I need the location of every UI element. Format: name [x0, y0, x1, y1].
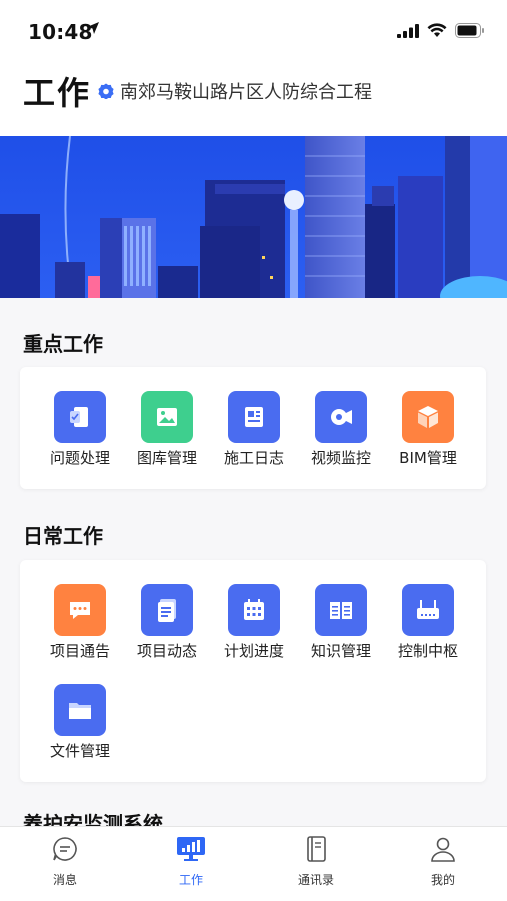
status-bar: 10:48 — [0, 0, 507, 60]
battery-icon — [455, 23, 484, 38]
grid-item-file-management[interactable]: 文件管理 — [37, 684, 123, 774]
grid-label: 项目通告 — [49, 642, 110, 660]
tab-label: 消息 — [52, 873, 77, 887]
tab-label: 我的 — [430, 873, 455, 887]
image-gallery-icon — [141, 391, 193, 443]
section-title-daily-work: 日常工作 — [23, 524, 103, 548]
grid-item-construction-log[interactable]: 施工日志 — [211, 391, 297, 481]
tab-work[interactable]: 工作 — [151, 835, 231, 888]
grid-item-knowledge-management[interactable]: 知识管理 — [298, 584, 384, 674]
grid-label: 图库管理 — [136, 449, 197, 467]
router-icon — [402, 584, 454, 636]
project-name: 南郊马鞍山路片区人防综合工程 — [120, 82, 372, 103]
grid-label: 项目动态 — [136, 642, 197, 660]
tab-contacts[interactable]: 通讯录 — [276, 835, 356, 888]
location-arrow-icon — [87, 22, 99, 34]
document-icon — [141, 584, 193, 636]
video-camera-icon — [315, 391, 367, 443]
project-selector[interactable]: 南郊马鞍山路片区人防综合工程 — [98, 78, 372, 104]
grid-label: 知识管理 — [310, 642, 371, 660]
tab-messages[interactable]: 消息 — [25, 835, 105, 888]
grid-label: BIM管理 — [399, 449, 457, 467]
status-time: 10:48 — [28, 20, 93, 44]
page-title: 工作 — [23, 74, 92, 112]
folder-icon — [54, 684, 106, 736]
grid-item-project-notice[interactable]: 项目通告 — [37, 584, 123, 674]
profile-icon — [431, 837, 455, 862]
grid-item-project-dynamics[interactable]: 项目动态 — [124, 584, 210, 674]
tab-profile[interactable]: 我的 — [403, 835, 483, 888]
grid-item-bim-management[interactable]: BIM管理 — [385, 391, 471, 481]
log-icon — [228, 391, 280, 443]
city-banner-image — [0, 136, 507, 298]
cube-icon — [402, 391, 454, 443]
settings-gear-icon — [98, 83, 114, 99]
grid-label: 文件管理 — [49, 742, 110, 760]
grid-label: 问题处理 — [49, 449, 110, 467]
notice-icon — [54, 584, 106, 636]
calendar-icon — [228, 584, 280, 636]
work-icon — [177, 837, 205, 861]
grid-label: 施工日志 — [223, 449, 284, 467]
cellular-signal-icon — [397, 23, 419, 38]
section-title-key-work: 重点工作 — [23, 332, 103, 356]
tab-label: 通讯录 — [297, 873, 334, 887]
grid-label: 控制中枢 — [397, 642, 458, 660]
grid-label: 计划进度 — [223, 642, 284, 660]
bottom-tab-bar: 消息 工作 通讯录 我的 — [0, 826, 507, 901]
key-work-card: 问题处理 图库管理 施工日志 视频监控 BIM管理 — [20, 367, 486, 489]
issue-icon — [54, 391, 106, 443]
book-icon — [315, 584, 367, 636]
wifi-icon — [427, 23, 447, 37]
grid-item-control-hub[interactable]: 控制中枢 — [385, 584, 471, 674]
tab-label: 工作 — [178, 873, 203, 887]
header: 工作 南郊马鞍山路片区人防综合工程 — [0, 60, 507, 136]
grid-item-gallery[interactable]: 图库管理 — [124, 391, 210, 481]
grid-item-schedule-progress[interactable]: 计划进度 — [211, 584, 297, 674]
grid-label: 视频监控 — [310, 449, 371, 467]
daily-work-card: 项目通告 项目动态 计划进度 知识管理 控制中枢 文件管理 — [20, 560, 486, 782]
grid-item-issue-handling[interactable]: 问题处理 — [37, 391, 123, 481]
contacts-icon — [307, 836, 326, 862]
grid-item-video-monitoring[interactable]: 视频监控 — [298, 391, 384, 481]
message-icon — [53, 837, 77, 861]
